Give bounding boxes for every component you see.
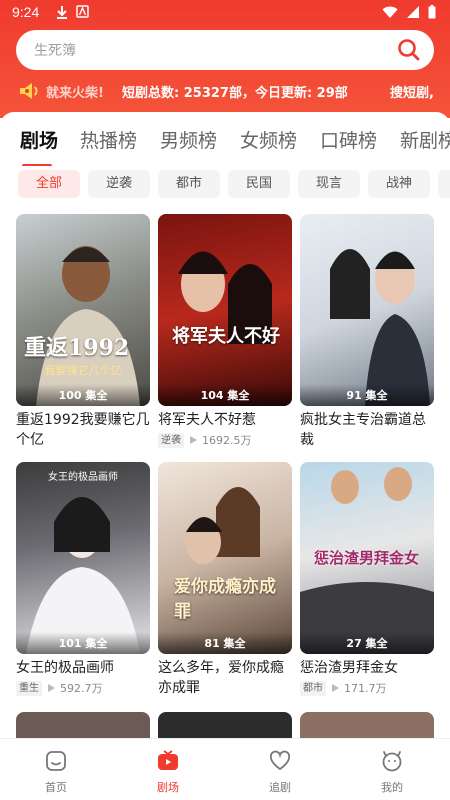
drama-poster[interactable]: 女王的极品画师 101 集全 [16, 462, 150, 654]
drama-card[interactable]: 女王的极品画师 101 集全 女王的极品画师 重生 592.7万 [16, 462, 150, 696]
drama-title[interactable]: 疯批女主专治霸道总裁 [300, 410, 434, 450]
drama-poster[interactable]: 将军夫人不好 104 集全 [158, 214, 292, 406]
app-notification-icon [76, 5, 89, 18]
nav-label: 我的 [381, 781, 403, 794]
poster-art [330, 249, 430, 406]
nav-label: 剧场 [157, 781, 179, 794]
episode-count: 91 集全 [300, 384, 434, 406]
chip-war-god[interactable]: 战神 [368, 170, 430, 198]
signal-icon [407, 6, 419, 18]
nav-profile[interactable]: 我的 [336, 739, 448, 800]
home-icon [46, 751, 66, 771]
drama-card[interactable]: 将军夫人不好 104 集全 将军夫人不好惹 逆袭 1692.5万 [158, 214, 292, 448]
chip-more[interactable] [438, 170, 450, 198]
status-bar: 9:24 [0, 0, 450, 26]
search-placeholder[interactable]: 生死簿 [34, 40, 76, 60]
active-tab-indicator [22, 164, 52, 166]
poster-caption: 爱你成瘾亦成罪 [174, 577, 276, 622]
header: 9:24 生死簿 就来火柴! 短剧总数: 25327部，今日更新: 29部 搜短… [0, 0, 450, 118]
drama-card[interactable]: 91 集全 疯批女主专治霸道总裁 [300, 214, 434, 450]
view-count: 171.7万 [344, 682, 387, 695]
poster-caption: 将军夫人不好 [172, 326, 280, 347]
chip-all[interactable]: 全部 [18, 170, 80, 198]
download-icon [57, 6, 67, 19]
episode-count: 101 集全 [16, 632, 150, 654]
search-bar[interactable]: 生死簿 [16, 30, 434, 70]
drama-card-peek[interactable] [158, 712, 292, 738]
status-notifications [56, 5, 89, 19]
nav-home[interactable]: 首页 [0, 739, 112, 800]
chip-republic[interactable]: 民国 [228, 170, 290, 198]
chip-comeback[interactable]: 逆袭 [88, 170, 150, 198]
chip-modern-romance[interactable]: 现言 [298, 170, 360, 198]
ticker-stats: 短剧总数: 25327部，今日更新: 29部 [122, 86, 348, 101]
tab-female-list[interactable]: 女频榜 [240, 126, 297, 153]
poster-art [178, 251, 272, 344]
genre-tag: 逆袭 [158, 432, 184, 448]
drama-card[interactable]: 重返1992 我要赚它几个亿 100 集全 重返1992我要赚它几个亿 [16, 214, 150, 450]
drama-card[interactable]: 爱你成瘾亦成罪 81 集全 这么多年，爱你成瘾亦成罪 [158, 462, 292, 698]
drama-card-peek[interactable] [300, 712, 434, 738]
episode-count: 27 集全 [300, 632, 434, 654]
drama-title[interactable]: 将军夫人不好惹 [158, 410, 292, 430]
poster-art [185, 487, 260, 564]
drama-meta: 逆袭 1692.5万 [158, 432, 292, 448]
tab-new-list[interactable]: 新剧榜 [400, 126, 450, 153]
drama-title[interactable]: 女王的极品画师 [16, 658, 150, 678]
nav-theater[interactable]: 剧场 [112, 739, 224, 800]
drama-poster[interactable]: 91 集全 [300, 214, 434, 406]
drama-card[interactable]: 惩治渣男拜金女 27 集全 惩治渣男拜金女 都市 171.7万 [300, 462, 434, 696]
drama-meta: 重生 592.7万 [16, 680, 150, 696]
speaker-icon [20, 83, 38, 99]
drama-title[interactable]: 重返1992我要赚它几个亿 [16, 410, 150, 450]
nav-label: 首页 [45, 781, 67, 794]
nav-label: 追剧 [269, 781, 291, 794]
nav-following[interactable]: 追剧 [224, 739, 336, 800]
tab-theater[interactable]: 剧场 [20, 126, 58, 153]
genre-filter: 全部 逆袭 都市 民国 现言 战神 [0, 170, 450, 200]
drama-poster[interactable]: 惩治渣男拜金女 27 集全 [300, 462, 434, 654]
search-icon[interactable] [396, 37, 422, 63]
profile-icon [382, 751, 402, 772]
announcement-ticker: 就来火柴! 短剧总数: 25327部，今日更新: 29部 搜短剧, [0, 78, 450, 104]
tab-hot-list[interactable]: 热播榜 [80, 126, 137, 153]
poster-subcaption: 我要赚它几个亿 [44, 364, 122, 377]
genre-tag: 都市 [300, 680, 326, 696]
view-count: 1692.5万 [202, 434, 252, 447]
poster-caption: 惩治渣男拜金女 [314, 549, 420, 567]
episode-count: 81 集全 [158, 632, 292, 654]
heart-icon [269, 750, 291, 771]
theater-icon [158, 750, 178, 770]
wifi-icon [382, 6, 398, 18]
drama-meta: 都市 171.7万 [300, 680, 434, 696]
status-time: 9:24 [12, 4, 40, 20]
status-system-icons [382, 5, 436, 19]
poster-subcaption: 女王的极品画师 [48, 472, 118, 483]
battery-icon [428, 5, 436, 19]
drama-poster[interactable]: 重返1992 我要赚它几个亿 100 集全 [16, 214, 150, 406]
episode-count: 104 集全 [158, 384, 292, 406]
drama-card-peek[interactable] [16, 712, 150, 738]
drama-title[interactable]: 惩治渣男拜金女 [300, 658, 434, 678]
view-count: 592.7万 [60, 682, 103, 695]
play-count-icon [190, 436, 197, 444]
poster-caption: 重返1992 [24, 335, 130, 361]
category-tabs: 剧场 热播榜 男频榜 女频榜 口碑榜 新剧榜 [0, 126, 450, 166]
genre-tag: 重生 [16, 680, 42, 696]
chip-urban[interactable]: 都市 [158, 170, 220, 198]
ticker-text-right: 搜短剧, [390, 86, 434, 101]
poster-art [26, 497, 140, 654]
ticker-text-fade: 就来火柴! [46, 86, 104, 101]
play-count-icon [332, 684, 339, 692]
play-count-icon [48, 684, 55, 692]
tab-reputation-list[interactable]: 口碑榜 [320, 126, 377, 153]
episode-count: 100 集全 [16, 384, 150, 406]
bottom-navigation: 首页 剧场 追剧 我的 [0, 738, 450, 800]
drama-title[interactable]: 这么多年，爱你成瘾亦成罪 [158, 658, 292, 698]
drama-poster[interactable]: 爱你成瘾亦成罪 81 集全 [158, 462, 292, 654]
tab-male-list[interactable]: 男频榜 [160, 126, 217, 153]
